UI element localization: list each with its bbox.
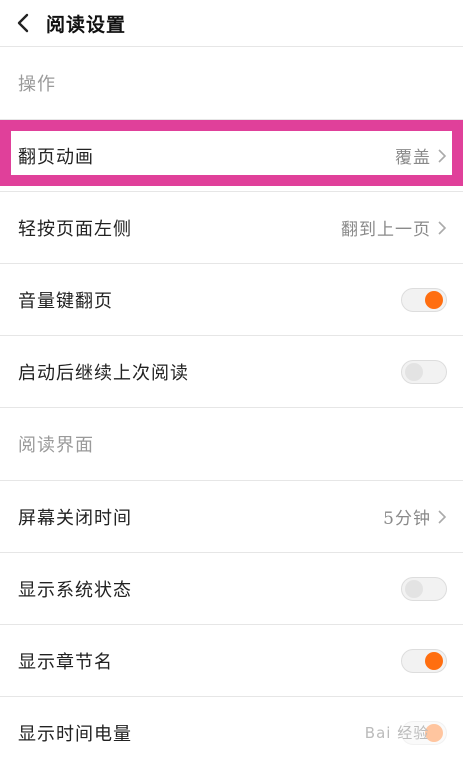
setting-label: 翻页动画 [18, 146, 94, 168]
back-button[interactable] [0, 0, 46, 46]
system-status-toggle[interactable] [401, 576, 447, 601]
setting-screen-off[interactable]: 屏幕关闭时间 5分钟 [0, 480, 463, 552]
chevron-left-icon [17, 13, 29, 33]
section-header-reading-ui: 阅读界面 [0, 407, 463, 480]
chevron-right-icon [437, 220, 447, 236]
toggle-knob [425, 651, 443, 670]
setting-value: 翻到上一页 [341, 220, 431, 240]
page-title: 阅读设置 [46, 13, 127, 36]
chevron-right-icon [437, 148, 447, 164]
setting-label: 显示章节名 [18, 651, 113, 673]
setting-label: 显示系统状态 [18, 579, 132, 601]
setting-value: 覆盖 [395, 148, 431, 168]
toggle-knob [405, 579, 423, 598]
setting-page-animation[interactable]: 翻页动画 覆盖 [0, 119, 463, 191]
watermark-logo: Bai 经验 [341, 716, 453, 748]
toggle-knob [425, 290, 443, 309]
section-header-operation: 操作 [0, 46, 463, 119]
setting-label: 音量键翻页 [18, 290, 113, 312]
setting-resume-reading: 启动后继续上次阅读 [0, 335, 463, 407]
volume-key-toggle[interactable] [401, 287, 447, 312]
resume-reading-toggle[interactable] [401, 359, 447, 384]
chevron-right-icon [437, 509, 447, 525]
setting-tap-left[interactable]: 轻按页面左侧 翻到上一页 [0, 191, 463, 263]
setting-value: 5分钟 [383, 509, 431, 529]
setting-label: 启动后继续上次阅读 [18, 362, 189, 384]
setting-system-status: 显示系统状态 [0, 552, 463, 624]
chapter-name-toggle[interactable] [401, 648, 447, 673]
setting-label: 显示时间电量 [18, 723, 132, 745]
header-bar: 阅读设置 [0, 0, 463, 46]
setting-label: 屏幕关闭时间 [18, 507, 132, 529]
setting-chapter-name: 显示章节名 [0, 624, 463, 696]
toggle-knob [405, 362, 423, 381]
setting-volume-key: 音量键翻页 [0, 263, 463, 335]
setting-label: 轻按页面左侧 [18, 218, 132, 240]
